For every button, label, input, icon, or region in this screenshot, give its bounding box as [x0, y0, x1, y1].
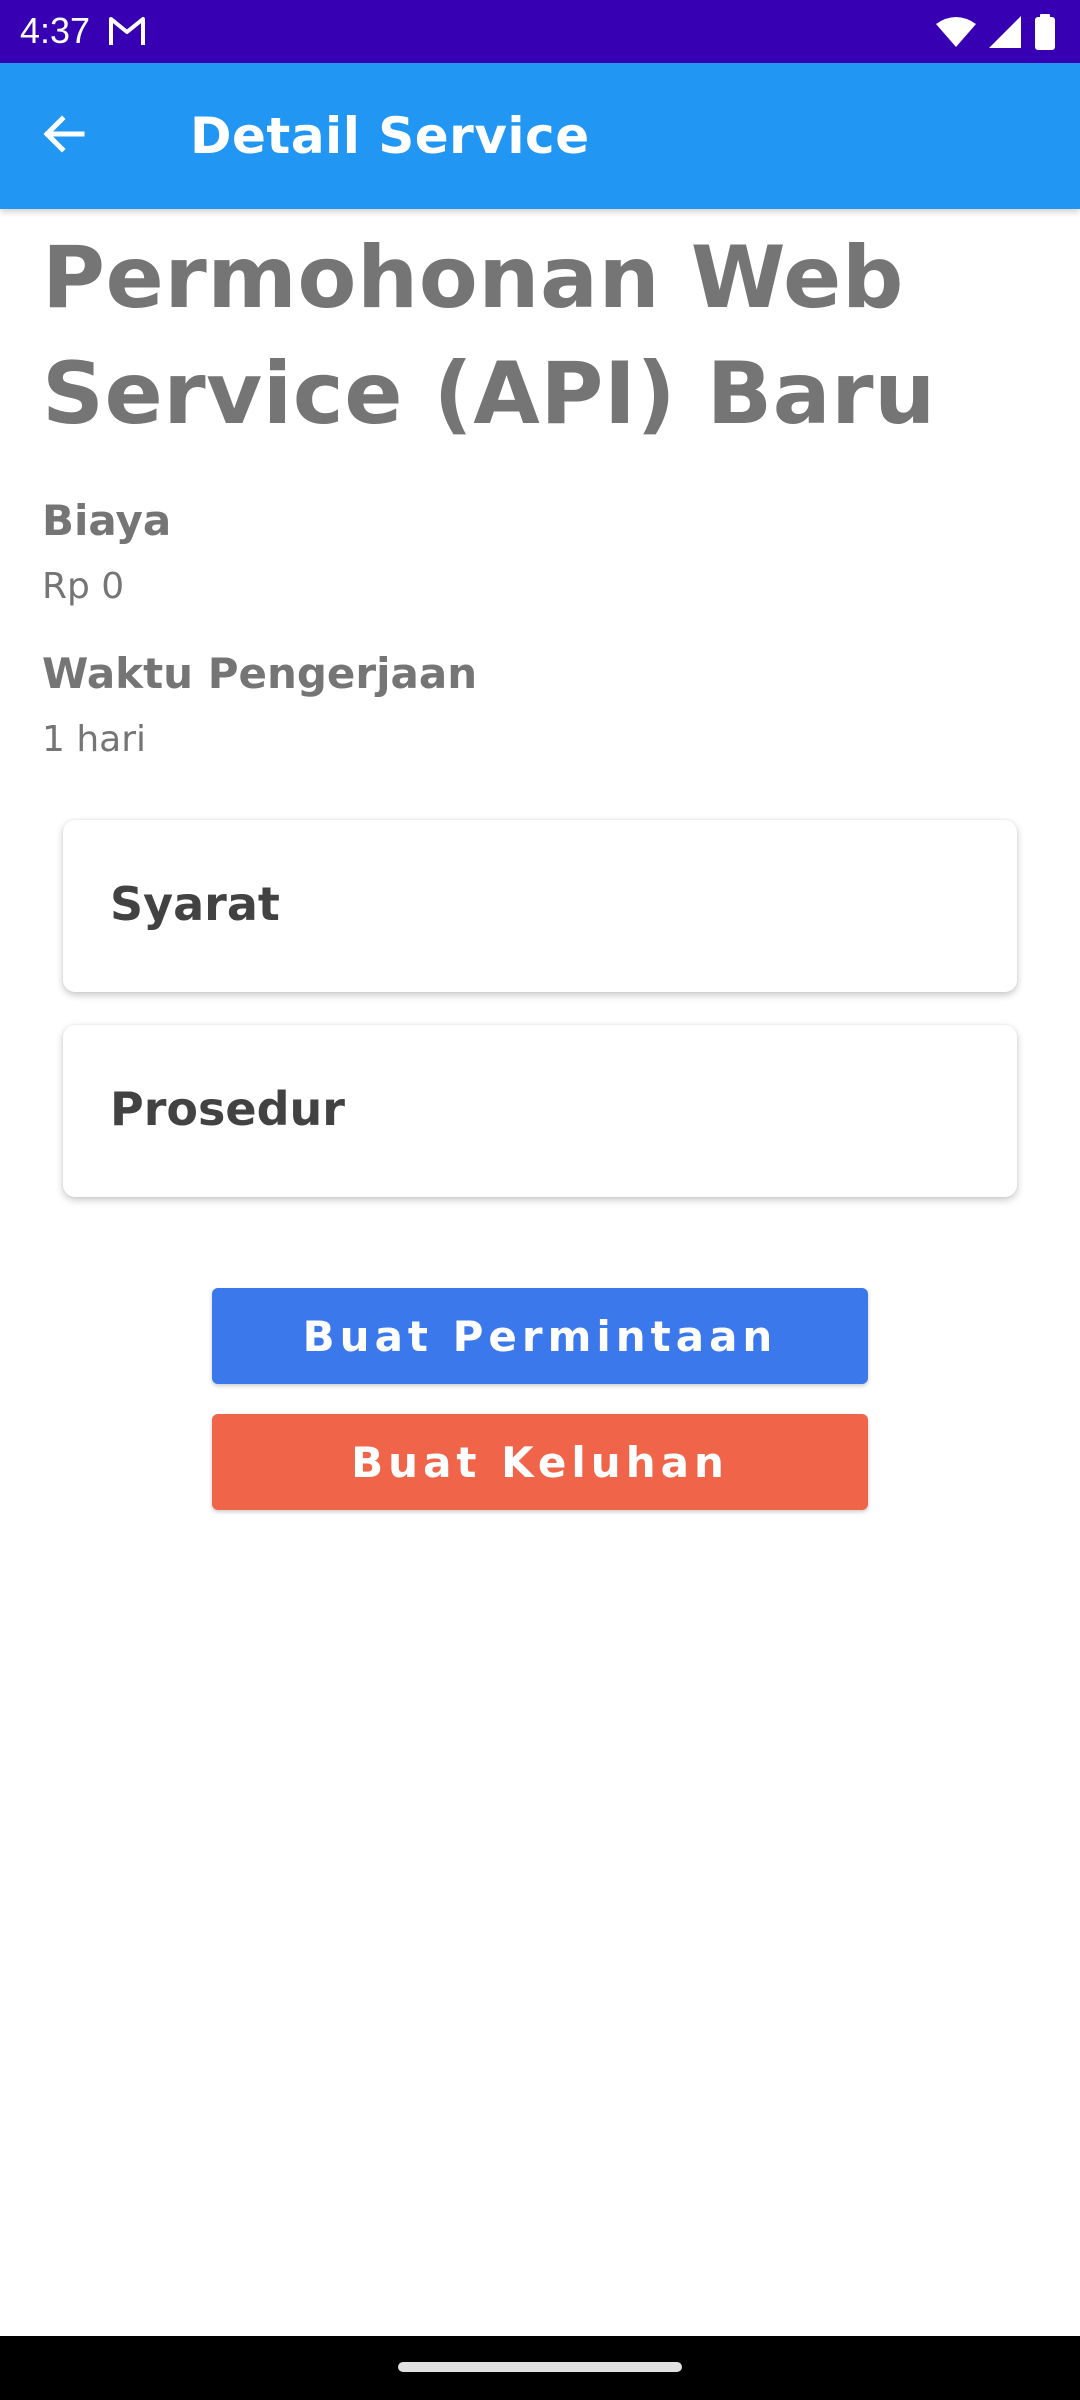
requirements-card[interactable]: Syarat [63, 820, 1017, 992]
create-request-button[interactable]: Buat Permintaan [212, 1288, 868, 1384]
procedure-card-label: Prosedur [110, 1082, 345, 1136]
signal-icon [988, 15, 1022, 49]
app-bar: Detail Service [0, 63, 1080, 209]
status-icons [936, 12, 1056, 52]
arrow-back-icon [40, 110, 88, 163]
battery-icon [1034, 14, 1056, 50]
gmail-icon [108, 14, 146, 48]
back-button[interactable] [26, 98, 102, 174]
duration-value: 1 hari [42, 719, 147, 760]
cost-label: Biaya [42, 496, 172, 545]
duration-label: Waktu Pengerjaan [42, 649, 478, 698]
create-complaint-button[interactable]: Buat Keluhan [212, 1414, 868, 1510]
detail-service-screen: 4:37 Detail Service Permohonan Web Servi… [0, 0, 1080, 2400]
service-title: Permohonan Web Service (API) Baru [42, 228, 936, 444]
home-indicator[interactable] [398, 2362, 682, 2372]
status-bar: 4:37 [0, 0, 1080, 63]
cost-value: Rp 0 [42, 566, 125, 607]
app-bar-title: Detail Service [190, 107, 590, 165]
wifi-icon [936, 16, 976, 48]
requirements-card-label: Syarat [110, 877, 280, 931]
navigation-bar [0, 2336, 1080, 2400]
status-time: 4:37 [20, 10, 91, 51]
procedure-card[interactable]: Prosedur [63, 1025, 1017, 1197]
